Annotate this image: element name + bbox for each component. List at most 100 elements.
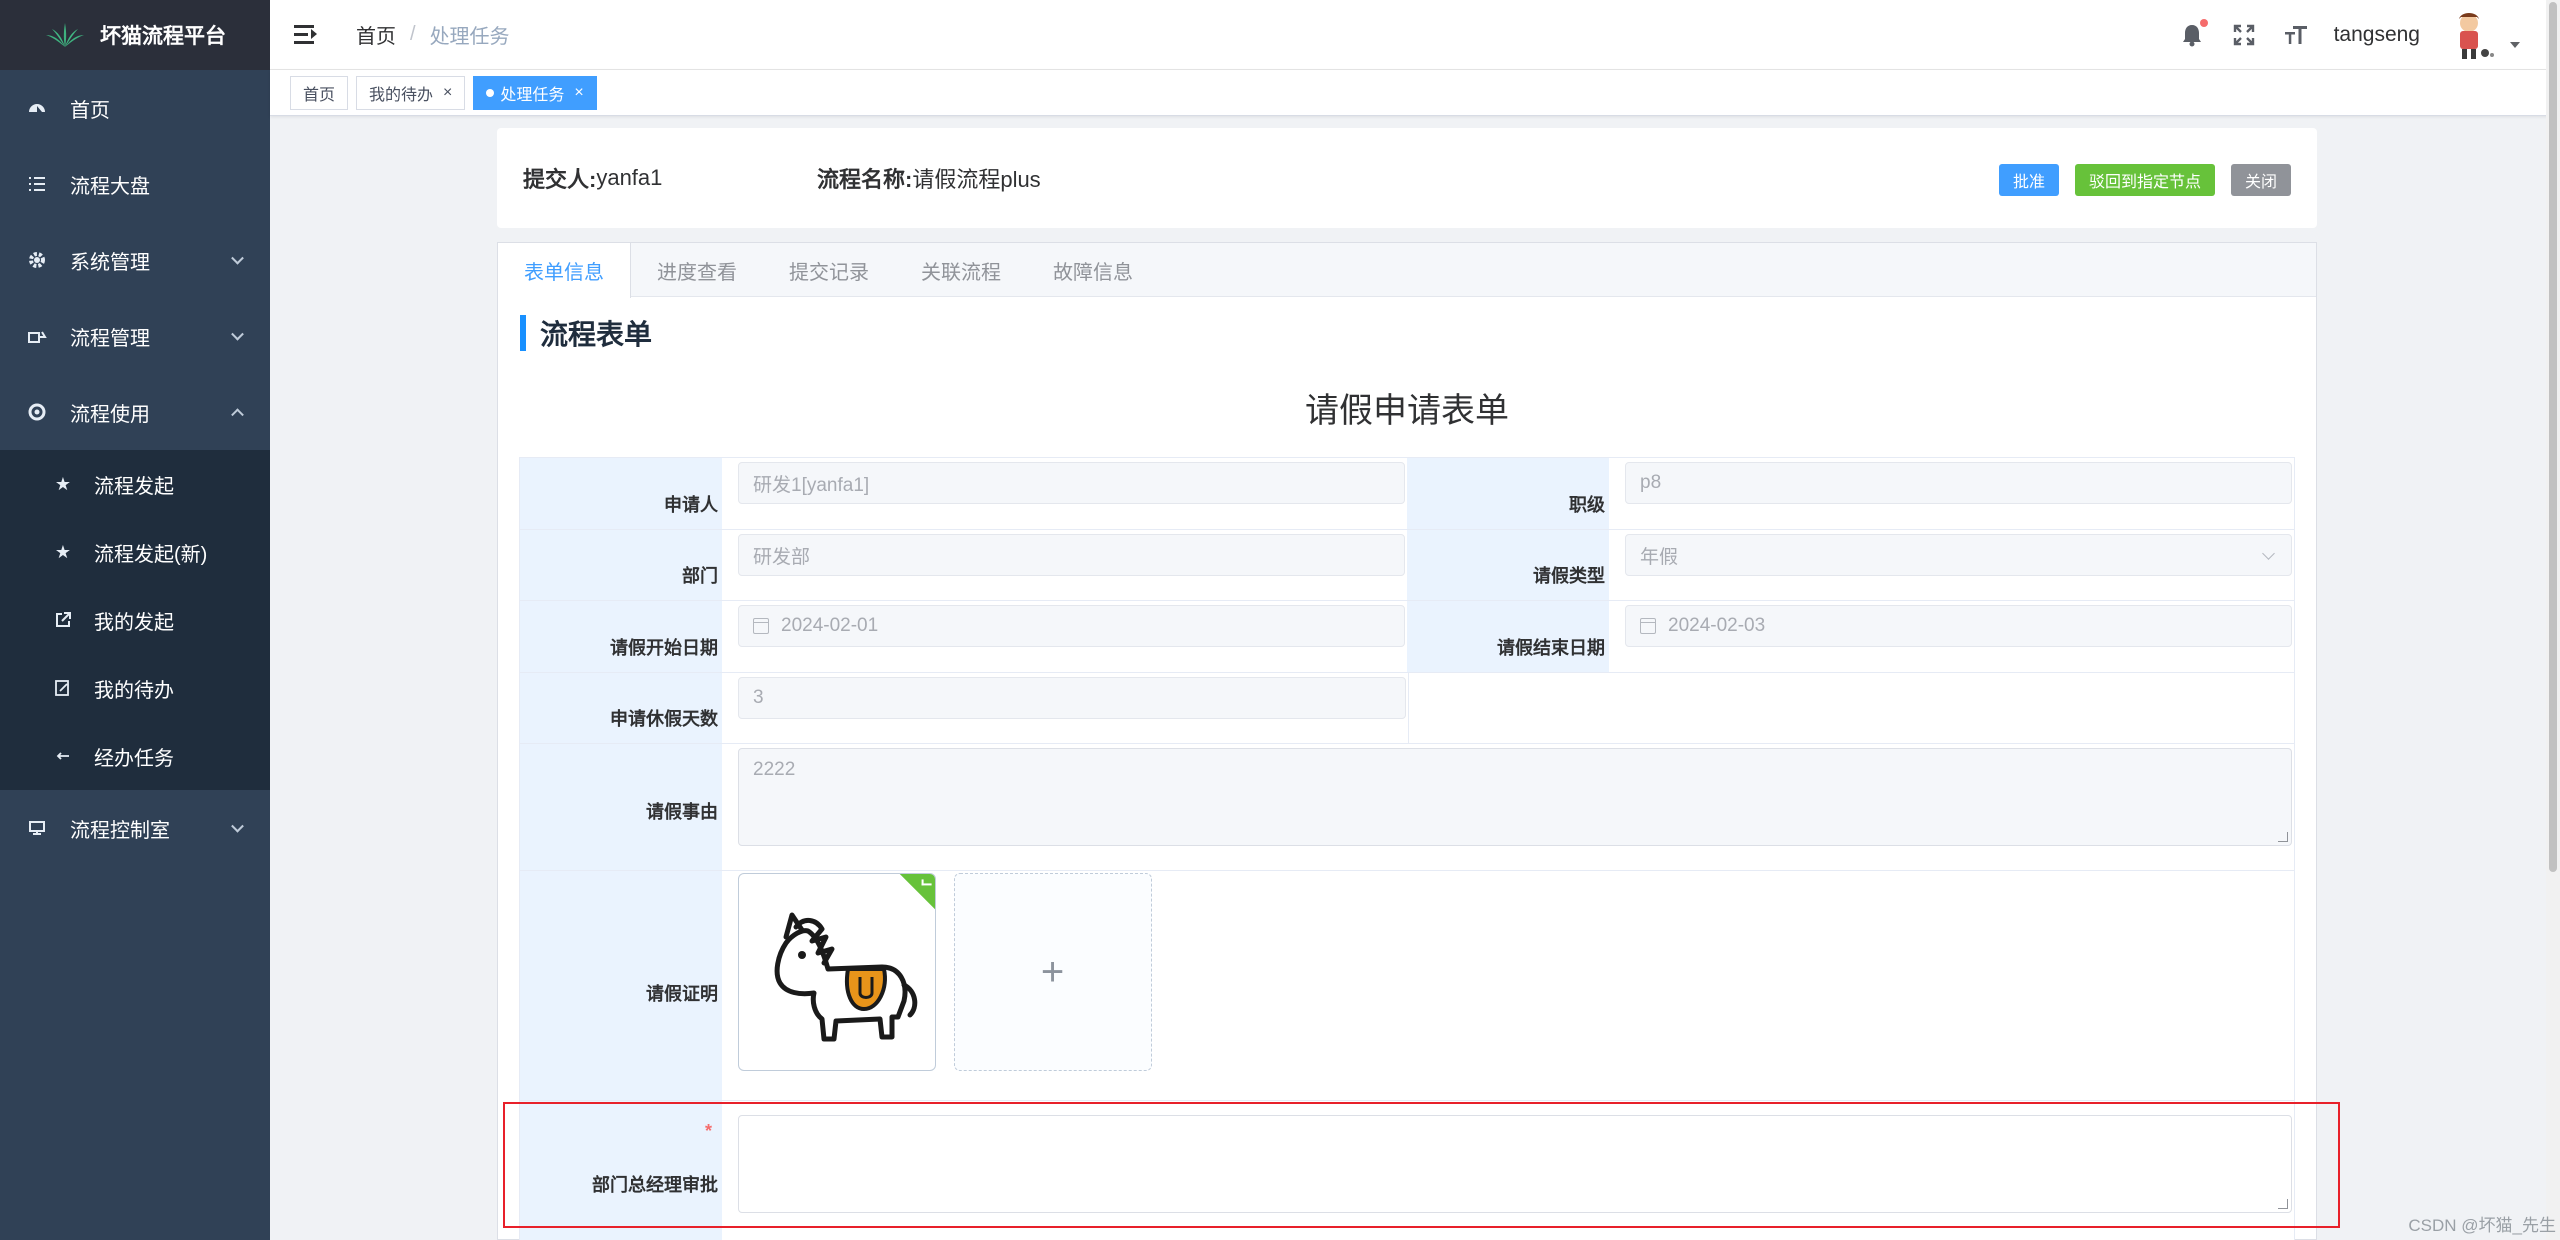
form-cell: 3 <box>722 673 1409 743</box>
leave-type-select: 年假 <box>1625 534 2292 576</box>
sidebar-item-my-todo[interactable]: 我的待办 <box>0 654 270 722</box>
end-date-input: 2024-02-03 <box>1625 605 2292 647</box>
tag-my-todo[interactable]: 我的待办 × <box>356 75 466 110</box>
level-label: 职级 <box>1407 458 1609 529</box>
close-icon[interactable]: × <box>574 84 583 102</box>
sidebar-item-flow-use[interactable]: 流程使用 <box>0 374 270 450</box>
reason-value: 2222 <box>753 759 796 780</box>
manager-approval-label-text: 部门总经理审批 <box>592 1175 718 1195</box>
chevron-down-icon <box>231 251 244 265</box>
start-date-value: 2024-02-01 <box>781 615 879 636</box>
username[interactable]: tangseng <box>2334 23 2420 47</box>
font-size-icon[interactable] <box>2282 21 2310 49</box>
bell-icon[interactable] <box>2178 19 2208 49</box>
tag-home[interactable]: 首页 <box>290 75 349 110</box>
applicant-label: 申请人 <box>520 458 722 529</box>
form-cell: 研发1[yanfa1] <box>722 458 1407 529</box>
plus-icon: + <box>1040 949 1065 994</box>
list-icon <box>26 173 48 195</box>
department-input: 研发部 <box>738 534 1405 576</box>
flow-name-label: 流程名称: <box>817 167 913 192</box>
level-value: p8 <box>1640 472 1662 493</box>
logo-icon <box>46 23 84 47</box>
sidebar-item-control-room[interactable]: 流程控制室 <box>0 790 270 866</box>
submitter-value: yanfa1 <box>596 165 663 190</box>
form-row: 请假事由 2222 <box>520 744 2294 871</box>
breadcrumb-home[interactable]: 首页 <box>356 20 396 49</box>
close-button[interactable]: 关闭 <box>2230 164 2291 196</box>
breadcrumb: 首页 / 处理任务 <box>356 20 510 49</box>
sidebar-item-label: 首页 <box>70 99 110 122</box>
sidebar-item-system[interactable]: 系统管理 <box>0 222 270 298</box>
close-icon[interactable]: × <box>443 84 452 102</box>
sidebar-item-label: 流程管理 <box>70 327 150 350</box>
approve-button[interactable]: 批准 <box>1998 164 2059 196</box>
sidebar-item-flow-board[interactable]: 流程大盘 <box>0 146 270 222</box>
reason-label: 请假事由 <box>520 744 722 870</box>
reject-to-node-button[interactable]: 驳回到指定节点 <box>2074 164 2215 196</box>
action-buttons: 批准 驳回到指定节点 关闭 <box>1998 164 2291 196</box>
form-row: 请假证明 + <box>520 871 2294 1101</box>
sidebar-item-label: 我的待办 <box>94 679 174 702</box>
sidebar-item-handled-tasks[interactable]: 经办任务 <box>0 722 270 790</box>
upload-add-button[interactable]: + <box>953 873 1152 1071</box>
scrollbar-thumb[interactable] <box>2549 2 2557 872</box>
horse-image-icon <box>774 912 918 1042</box>
sidebar-item-home[interactable]: 首页 <box>0 70 270 146</box>
avatar[interactable] <box>2444 7 2500 63</box>
calendar-icon <box>1640 618 1656 634</box>
sidebar-item-label: 流程控制室 <box>70 819 170 842</box>
form-row: 申请人 研发1[yanfa1] 职级 p8 <box>520 458 2294 530</box>
tab-submit-records[interactable]: 提交记录 <box>763 243 895 297</box>
tab-progress[interactable]: 进度查看 <box>631 243 763 297</box>
watermark: CSDN @坏猫_先生 <box>2408 1216 2556 1235</box>
sidebar-item-label: 经办任务 <box>94 747 174 770</box>
external-link-icon <box>52 609 74 631</box>
active-dot <box>486 88 495 97</box>
tab-form-info[interactable]: 表单信息 <box>498 243 631 298</box>
form-cell <box>722 1101 2294 1240</box>
form-cell: 研发部 <box>722 530 1407 600</box>
sidebar-item-flow-start[interactable]: ★ 流程发起 <box>0 450 270 518</box>
submitter-info: 提交人: yanfa1 <box>523 162 817 194</box>
sidebar-item-flow-manage[interactable]: 流程管理 <box>0 298 270 374</box>
applicant-input: 研发1[yanfa1] <box>738 462 1405 504</box>
breadcrumb-current: 处理任务 <box>429 26 510 48</box>
tag-label: 我的待办 <box>369 86 434 104</box>
days-input: 3 <box>738 677 1406 719</box>
applicant-value: 研发1[yanfa1] <box>753 474 870 496</box>
leave-form: 申请人 研发1[yanfa1] 职级 p8 部门 研发部 请假类型 年假 请假开… <box>519 457 2295 1240</box>
sidebar-item-label: 流程大盘 <box>70 175 150 198</box>
arrow-left-icon <box>52 745 74 767</box>
reason-textarea: 2222 <box>738 748 2292 846</box>
tab-card: 表单信息 进度查看 提交记录 关联流程 故障信息 流程表单 请假申请表单 申请人… <box>497 242 2317 1240</box>
end-date-value: 2024-02-03 <box>1668 615 1766 636</box>
manager-approval-label: * 部门总经理审批 <box>520 1101 722 1240</box>
sidebar-item-label: 系统管理 <box>70 251 150 274</box>
sidebar-item-label: 流程发起 <box>94 475 174 498</box>
uploaded-image[interactable] <box>738 873 936 1071</box>
manager-approval-textarea[interactable] <box>738 1115 2292 1213</box>
logo[interactable]: 坏猫流程平台 <box>0 0 270 70</box>
fullscreen-icon[interactable] <box>2230 21 2258 49</box>
scrollbar[interactable] <box>2546 0 2560 1240</box>
form-cell: 2024-02-01 <box>722 601 1407 672</box>
sidebar-item-my-started[interactable]: 我的发起 <box>0 586 270 654</box>
tag-handle-task[interactable]: 处理任务 × <box>473 75 597 110</box>
caret-down-icon[interactable] <box>2510 42 2520 48</box>
tag-label: 处理任务 <box>500 86 565 104</box>
cycle-icon <box>26 401 48 423</box>
tab-fault-info[interactable]: 故障信息 <box>1027 243 1159 297</box>
star-icon: ★ <box>54 473 72 494</box>
form-title: 请假申请表单 <box>1305 392 1509 430</box>
navbar: 首页 / 处理任务 tangseng <box>270 0 2560 70</box>
star-icon: ★ <box>54 541 72 562</box>
chevron-down-icon <box>231 819 244 833</box>
sidebar-item-label: 流程使用 <box>70 403 150 426</box>
level-input: p8 <box>1625 462 2292 504</box>
tab-related-flows[interactable]: 关联流程 <box>895 243 1027 297</box>
menu-toggle-icon[interactable] <box>294 24 318 45</box>
flow-name-value: 请假流程plus <box>912 167 1041 192</box>
sidebar-item-flow-start-new[interactable]: ★ 流程发起(新) <box>0 518 270 586</box>
edit-icon <box>52 677 74 699</box>
